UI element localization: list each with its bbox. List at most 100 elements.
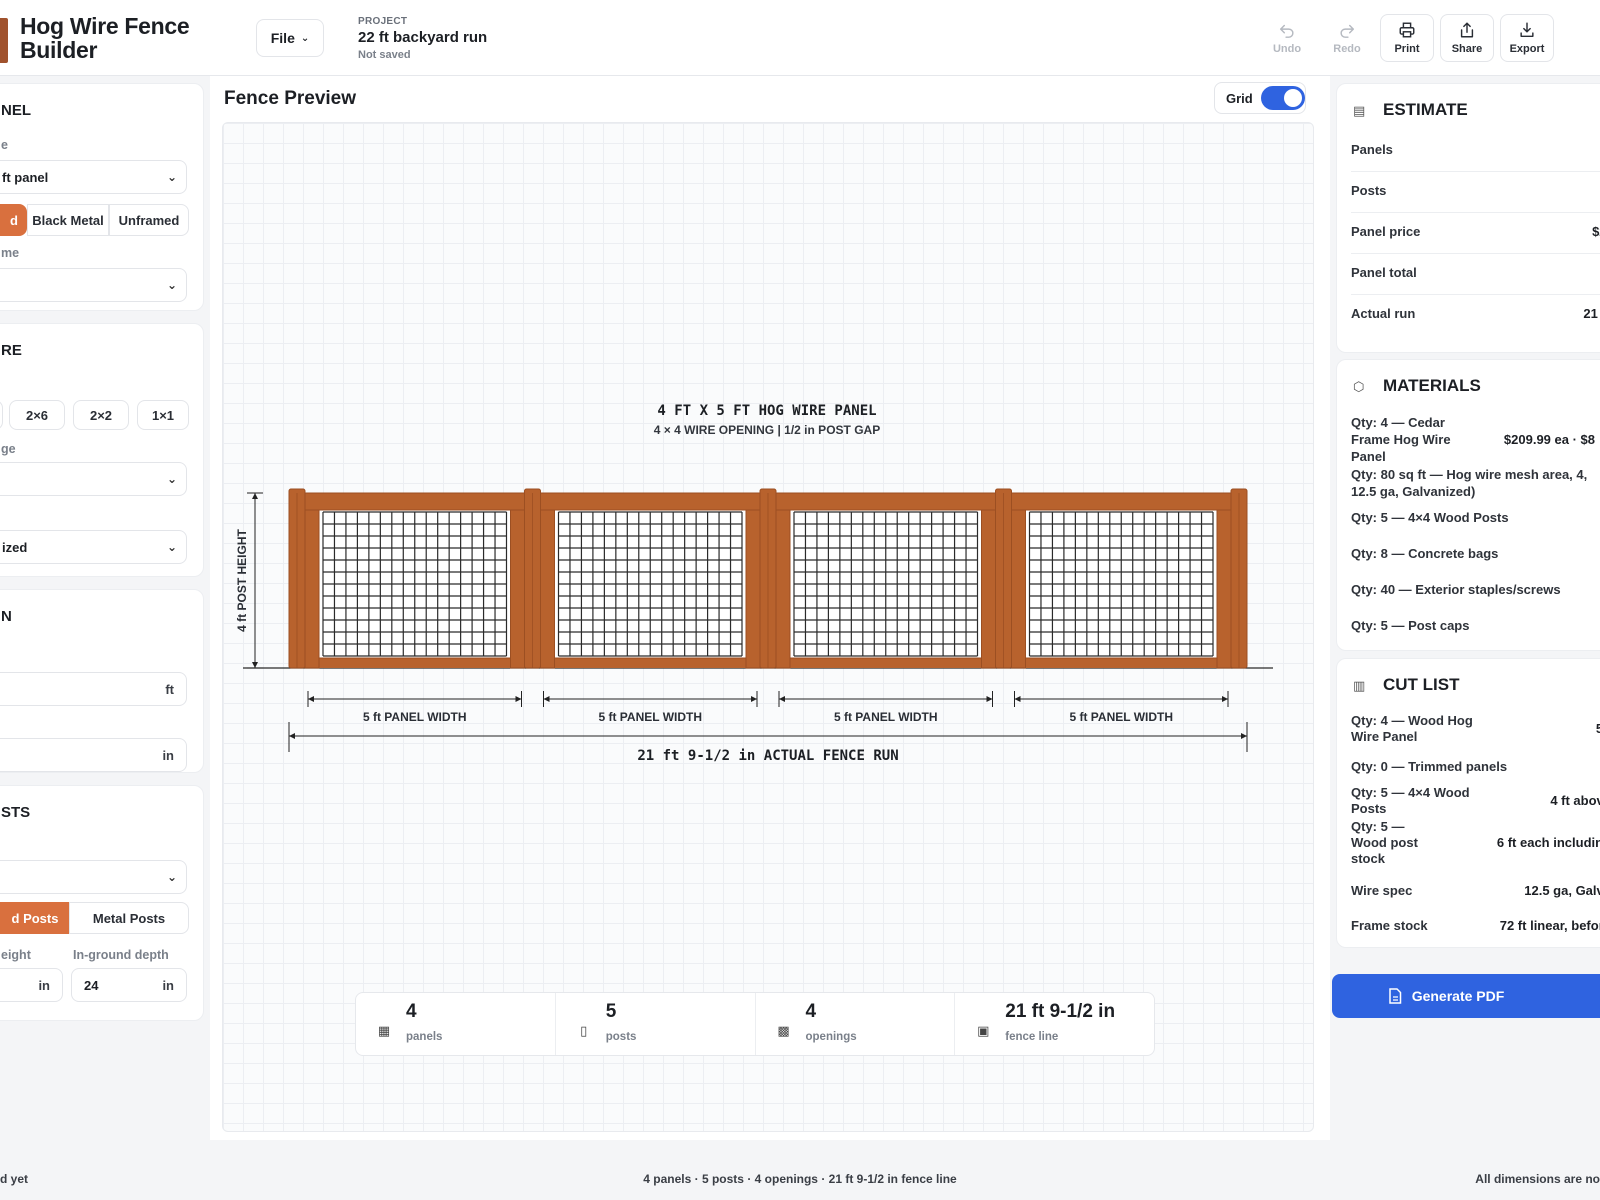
printer-icon	[1399, 22, 1415, 38]
receipt-icon: ▤	[1353, 103, 1366, 118]
project-name[interactable]: 22 ft backyard run	[358, 29, 487, 46]
panel-type-select[interactable]: ft panel ⌄	[0, 160, 187, 194]
opening-option-2x2[interactable]: 2×2	[73, 400, 129, 430]
cutlist-row-value: 72 ft linear, before	[1499, 918, 1600, 933]
app-title: Hog Wire Fence Builder	[20, 14, 230, 62]
estimate-row-label: Panel total	[1351, 265, 1417, 280]
gauge-select[interactable]: ⌄	[0, 462, 187, 496]
share-button[interactable]: Share	[1440, 14, 1494, 62]
chevron-down-icon: ⌄	[300, 32, 310, 44]
clipboard-icon: ▥	[1353, 678, 1366, 693]
redo-button[interactable]: Redo	[1320, 14, 1374, 62]
panel-section: NEL e ft panel ⌄ d Black Metal Unframed …	[0, 83, 204, 311]
frame-select[interactable]: ⌄	[0, 268, 187, 302]
grid-switch[interactable]	[1260, 86, 1305, 110]
stat-fence-line-value: 21 ft 9-1/2 in	[1005, 1001, 1116, 1022]
panel-icon: ▦	[377, 1023, 391, 1038]
run-section-title: N	[1, 608, 12, 625]
stat-openings-caption: openings	[805, 1031, 857, 1043]
cutlist-row-label: Qty: 5 — Wood post stock	[1351, 819, 1418, 866]
opening-option-2x6[interactable]: 2×6	[9, 400, 65, 430]
fence-panels	[243, 488, 1273, 669]
undo-icon	[1279, 24, 1294, 38]
download-icon	[1520, 22, 1534, 38]
diagram-subtitle: 4 × 4 WIRE OPENING | 1/2 in POST GAP	[654, 423, 880, 437]
cutlist-row-value: 12.5 ga, Galva	[1524, 883, 1600, 898]
materials-row-label: Qty: 40 — Exterior staples/screws	[1351, 582, 1561, 597]
estimate-header: ▤ ESTIMATE	[1353, 100, 1468, 120]
status-bar: d yet 4 panels · 5 posts · 4 openings · …	[0, 1162, 1600, 1200]
preview-area: Fence Preview Grid 4 FT X 5 FT HOG WIRE …	[210, 76, 1330, 1140]
chevron-down-icon: ⌄	[166, 170, 178, 184]
panel-stile	[510, 492, 525, 669]
stat-openings: ▩ 4 openings	[756, 993, 956, 1055]
depth-input[interactable]: 24 in	[71, 968, 187, 1002]
estimate-row-label: Actual run	[1351, 306, 1416, 321]
divider	[1351, 171, 1600, 172]
frame-style-segmented: d Black Metal Unframed	[0, 204, 189, 236]
stat-fence-line-caption: fence line	[1005, 1031, 1059, 1043]
post-material-segmented: d Posts Metal Posts	[0, 902, 189, 934]
panel-stile	[540, 492, 555, 669]
chevron-down-icon: ⌄	[166, 540, 178, 554]
materials-row: Qty: 80 sq ft — Hog wire mesh area, 4, 1…	[1351, 466, 1600, 502]
cutlist-row-value: 6 ft each including	[1496, 835, 1600, 850]
frame-option-black-metal[interactable]: Black Metal	[27, 204, 109, 236]
opening-option-1x1[interactable]: 1×1	[137, 400, 189, 430]
wire-section-title: RE	[1, 342, 22, 359]
cutlist-title: CUT LIST	[1383, 675, 1460, 694]
materials-row-label: Qty: 80 sq ft — Hog wire mesh area, 4, 1…	[1351, 467, 1588, 499]
export-button[interactable]: Export	[1500, 14, 1554, 62]
divider	[1351, 212, 1600, 213]
stat-panels: ▦ 4 panels	[356, 993, 556, 1055]
cutlist-row: Qty: 4 — Wood Hog Wire Panel 5 f	[1351, 713, 1600, 749]
run-section: N ft in	[0, 589, 204, 773]
generate-pdf-button[interactable]: Generate PDF	[1332, 974, 1600, 1018]
panel-width-label: 5 ft PANEL WIDTH	[1069, 710, 1173, 724]
post-type-select[interactable]: ⌄	[0, 860, 187, 894]
chevron-down-icon: ⌄	[166, 870, 178, 884]
frame-option-unframed[interactable]: Unframed	[109, 204, 189, 236]
grid-toggle[interactable]: Grid	[1214, 82, 1306, 114]
cutlist-row-label: Qty: 0 — Trimmed panels	[1351, 759, 1508, 774]
panel-type-value: ft panel	[2, 169, 49, 185]
undo-button[interactable]: Undo	[1260, 14, 1314, 62]
coating-select[interactable]: ized ⌄	[0, 530, 187, 564]
box-icon: ⬡	[1353, 379, 1365, 394]
fence-diagram: 4 FT X 5 FT HOG WIRE PANEL 4 × 4 WIRE OP…	[235, 403, 1273, 764]
redo-label: Redo	[1333, 43, 1361, 55]
generate-pdf-label: Generate PDF	[1411, 988, 1505, 1004]
frame-option-wood[interactable]: d	[0, 204, 27, 236]
run-length-inches-input[interactable]: in	[0, 738, 187, 772]
gauge-label: ge	[1, 442, 16, 456]
panel-stile	[775, 492, 791, 669]
share-icon	[1460, 22, 1474, 38]
cutlist-header: ▥ CUT LIST	[1353, 675, 1460, 695]
cutlist-row-label: Wire spec	[1351, 883, 1413, 898]
run-length-feet-input[interactable]: ft	[0, 672, 187, 706]
post-height-label: eight	[1, 948, 31, 962]
file-menu-button[interactable]: File ⌄	[256, 19, 324, 57]
materials-row-value: $209.99 ea · $8	[1503, 432, 1595, 447]
status-summary: 4 panels · 5 posts · 4 openings · 21 ft …	[643, 1172, 957, 1186]
cutlist-row-label: Frame stock	[1351, 918, 1428, 933]
cutlist-row-label: Qty: 4 — Wood Hog Wire Panel	[1351, 713, 1473, 744]
estimate-row-value: 21 ft 9	[1583, 306, 1600, 321]
post-height-input[interactable]: in	[0, 968, 63, 1002]
app-title-line1: Hog Wire Fence	[20, 13, 190, 39]
opening-option-partial[interactable]	[0, 400, 3, 430]
post-option-wood[interactable]: d Posts	[0, 902, 69, 934]
cutlist-row-value: 5 f	[1595, 721, 1600, 736]
chevron-down-icon: ⌄	[166, 278, 178, 292]
materials-row-label: Qty: 5 — Post caps	[1351, 618, 1470, 633]
stat-panels-value: 4	[406, 1001, 417, 1022]
print-button[interactable]: Print	[1380, 14, 1434, 62]
panel-width-label: 5 ft PANEL WIDTH	[598, 710, 702, 724]
post-option-metal[interactable]: Metal Posts	[69, 902, 189, 934]
save-status: Not saved	[358, 49, 411, 61]
panel-stile	[981, 492, 996, 669]
materials-header: ⬡ MATERIALS	[1353, 376, 1481, 396]
estimate-title: ESTIMATE	[1383, 100, 1468, 119]
cutlist-row: Qty: 5 — 4×4 Wood Posts 4 ft above	[1351, 785, 1600, 821]
fence-canvas: 4 FT X 5 FT HOG WIRE PANEL 4 × 4 WIRE OP…	[222, 122, 1314, 1132]
